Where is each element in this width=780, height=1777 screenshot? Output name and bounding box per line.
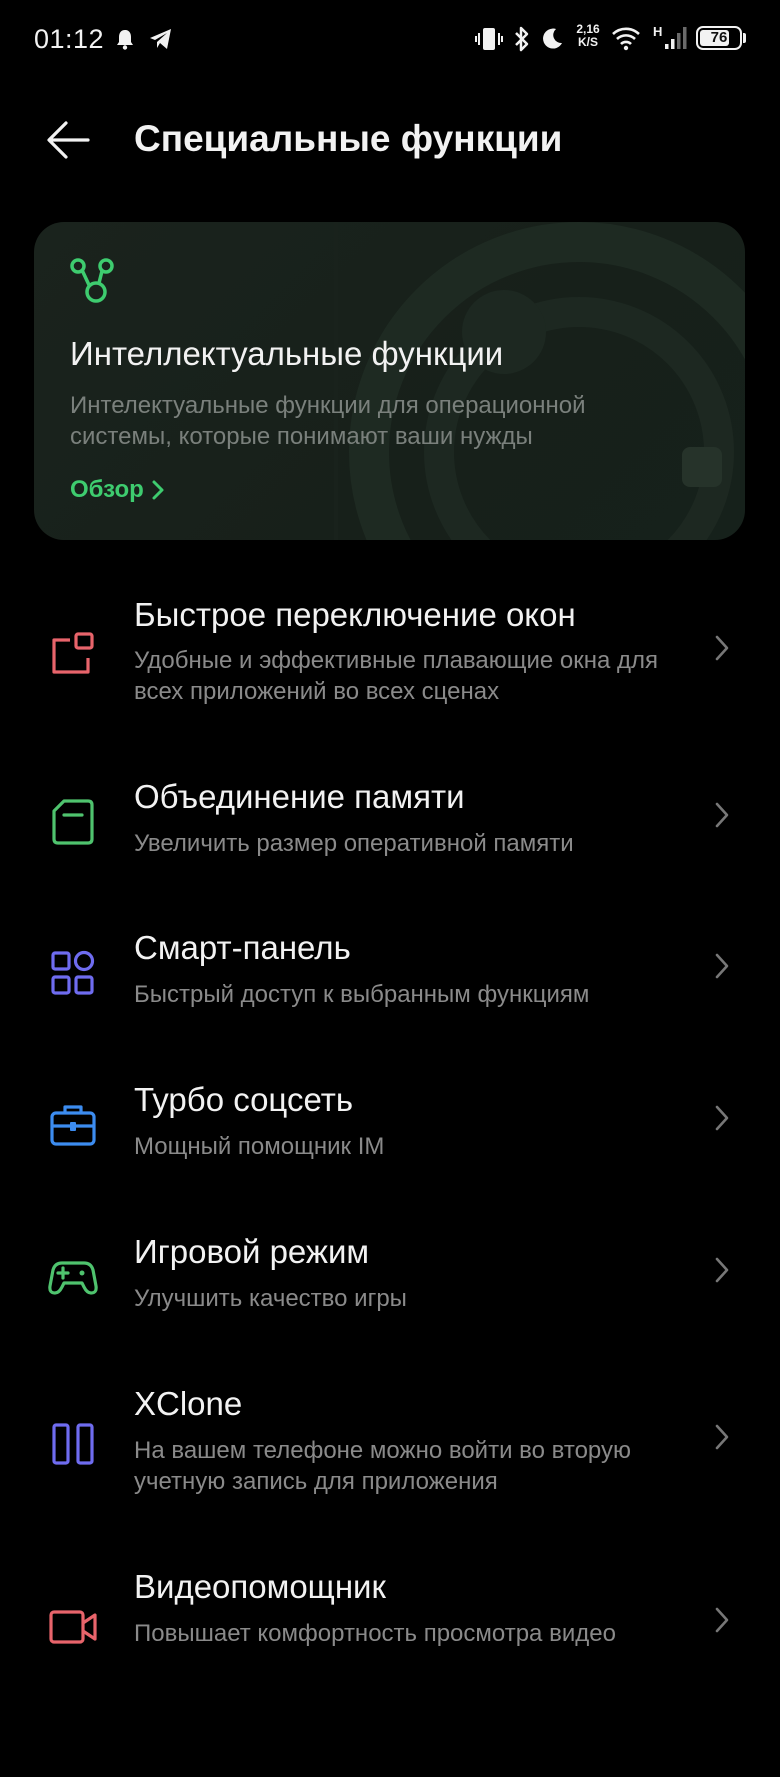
- item-subtitle: Удобные и эффективные плавающие окна для…: [134, 647, 659, 705]
- arrow-left-icon: [47, 121, 90, 159]
- floating-window-icon: [52, 632, 94, 674]
- list-item-smart-sidebar[interactable]: Смарт-панель Быстрый доступ к выбранным …: [0, 926, 780, 1016]
- chevron-right-icon: [715, 1607, 729, 1633]
- network-speed: 2,16 K/S: [572, 23, 604, 49]
- overview-link[interactable]: Обзор: [70, 476, 166, 504]
- list-item-game-mode[interactable]: Игровой режим Улучшить качество игры: [0, 1230, 780, 1320]
- item-subtitle: Улучшить качество игры: [134, 1285, 407, 1312]
- list-item-memory-extension[interactable]: Объединение памяти Увеличить размер опер…: [0, 775, 780, 865]
- battery-tip: [743, 33, 746, 43]
- telegram-icon: [150, 29, 171, 49]
- notification-bell-icon: [117, 30, 133, 50]
- item-title: Смарт-панель: [134, 929, 351, 966]
- wifi-icon: [612, 27, 640, 51]
- gamepad-icon: [48, 1261, 98, 1295]
- list-item-video-assistant[interactable]: Видеопомощник Повышает комфортность прос…: [0, 1565, 780, 1690]
- item-title: Игровой режим: [134, 1233, 370, 1270]
- item-subtitle: Увеличить размер оперативной памяти: [134, 830, 574, 857]
- item-title: Объединение памяти: [134, 778, 465, 815]
- cellular-signal-icon: [665, 27, 687, 49]
- overview-link-label: Обзор: [70, 476, 144, 503]
- do-not-disturb-moon-icon: [543, 28, 562, 49]
- network-type: H: [653, 24, 663, 39]
- item-subtitle: Повышает комфортность просмотра видео: [134, 1620, 616, 1647]
- list-item-partial: [134, 1748, 294, 1777]
- item-title: XClone: [134, 1385, 243, 1422]
- vibrate-icon: [475, 28, 503, 50]
- back-button[interactable]: [40, 112, 100, 168]
- chevron-right-icon: [152, 480, 164, 500]
- chevron-right-icon: [715, 802, 729, 828]
- card-title: Интеллектуальные функции: [70, 335, 504, 372]
- item-subtitle: Быстрый доступ к выбранным функциям: [134, 981, 590, 1008]
- card-description: Интелектуальные функции для операционной…: [70, 392, 586, 450]
- network-speed-unit: K/S: [577, 35, 598, 49]
- status-time: 01:12: [34, 24, 105, 54]
- molecule-icon: [70, 258, 114, 303]
- battery-level: 76: [710, 29, 728, 46]
- item-title: Видеопомощник: [134, 1568, 386, 1605]
- page-title: Специальные функции: [134, 118, 563, 159]
- dual-app-icon: [52, 1423, 94, 1465]
- memory-card-icon: [52, 799, 94, 845]
- status-bar: 01:12 2,16 K/S H 76: [0, 0, 780, 80]
- battery-icon: 76: [696, 26, 742, 50]
- bluetooth-icon: [515, 26, 529, 52]
- toolbox-icon: [50, 1105, 96, 1146]
- chevron-right-icon: [715, 1105, 729, 1131]
- video-camera-icon: [49, 1610, 97, 1644]
- item-subtitle: На вашем телефоне можно войти во вторую …: [134, 1437, 632, 1495]
- item-title: Турбо соцсеть: [134, 1081, 354, 1118]
- list-item-turbo-social[interactable]: Турбо соцсеть Мощный помощник IM: [0, 1078, 780, 1168]
- chevron-right-icon: [715, 953, 729, 979]
- grid-panel-icon: [51, 950, 95, 995]
- item-subtitle: Мощный помощник IM: [134, 1133, 385, 1160]
- chevron-right-icon: [715, 1424, 729, 1450]
- chevron-right-icon: [715, 1257, 729, 1283]
- intelligent-features-card[interactable]: Интеллектуальные функции Интелектуальные…: [34, 222, 745, 540]
- list-item-xclone[interactable]: XClone На вашем телефоне можно войти во …: [0, 1382, 780, 1507]
- chevron-right-icon: [715, 635, 729, 661]
- list-item-quick-window-switch[interactable]: Быстрое переключение окон Удобные и эффе…: [0, 590, 780, 715]
- item-title: Быстрое переключение окон: [134, 596, 576, 633]
